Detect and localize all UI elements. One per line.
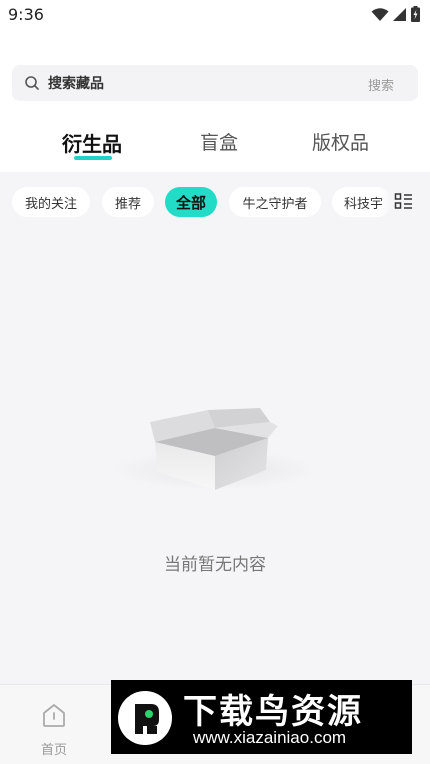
header: 搜索藏品 搜索 衍生品 盲盒 版权品: [0, 32, 430, 172]
bird-logo-icon: [118, 691, 172, 745]
nav-label-home: 首页: [40, 743, 67, 758]
tab-derivatives[interactable]: 衍生品: [62, 128, 122, 157]
search-button[interactable]: 搜索: [368, 75, 394, 94]
watermark-title: 下载鸟资源: [183, 692, 363, 732]
active-tab-indicator: [74, 156, 112, 160]
tab-copyright[interactable]: 版权品: [312, 128, 369, 155]
chip-recommended[interactable]: 推荐: [102, 187, 154, 217]
search-icon: [25, 76, 39, 90]
home-icon: [43, 704, 65, 727]
chip-fade: [380, 187, 392, 217]
empty-state-text: 当前暂无内容: [164, 555, 266, 575]
watermark-banner: 下载鸟资源 www.xiazainiao.com: [111, 680, 412, 754]
watermark-url: www.xiazainiao.com: [193, 728, 347, 747]
empty-box-icon: [113, 408, 317, 490]
search-input[interactable]: 搜索藏品 搜索: [12, 65, 418, 101]
battery-charging-icon: [411, 6, 420, 22]
status-bar: 9:36: [0, 0, 430, 32]
tab-blind-box[interactable]: 盲盒: [200, 128, 238, 155]
status-icons: [371, 6, 420, 22]
chip-following[interactable]: 我的关注: [12, 187, 90, 217]
chip-ox-guardian[interactable]: 牛之守护者: [229, 187, 321, 217]
app-screen: 9:36 搜索藏品 搜索 衍生品 盲盒 版权品 我的关注 推荐 全部 牛之守护者…: [0, 0, 430, 764]
list-view-icon[interactable]: [394, 192, 414, 212]
search-placeholder: 搜索藏品: [48, 76, 104, 92]
category-chips: 我的关注 推荐 全部 牛之守护者 科技宇: [0, 172, 430, 232]
cellular-signal-icon: [393, 7, 406, 21]
chip-all[interactable]: 全部: [165, 187, 217, 217]
status-time: 9:36: [8, 5, 44, 24]
main-tabs: 衍生品 盲盒 版权品: [0, 128, 430, 168]
nav-item-home[interactable]: 首页: [32, 701, 76, 758]
wifi-icon: [371, 7, 389, 21]
